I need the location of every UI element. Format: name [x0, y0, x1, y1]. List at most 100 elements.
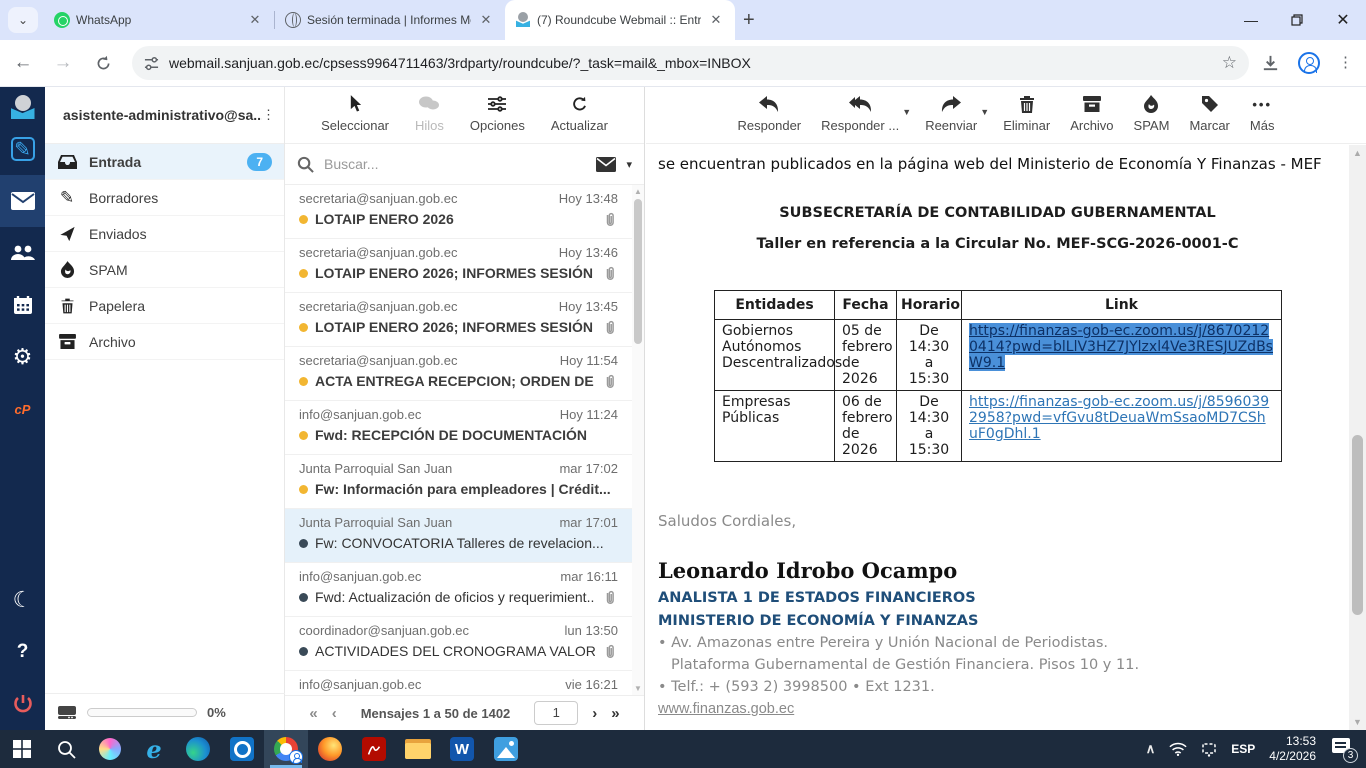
url-text[interactable]: webmail.sanjuan.gob.ec/cpsess9964711463/…	[169, 55, 1222, 71]
download-icon[interactable]	[1261, 54, 1280, 73]
start-button[interactable]	[0, 730, 44, 768]
folder-enviados[interactable]: Enviados	[45, 216, 284, 252]
new-tab-button[interactable]: +	[743, 9, 755, 32]
message-row[interactable]: secretaria@sanjuan.gob.ecHoy 11:54 ACTA …	[285, 347, 644, 401]
message-row[interactable]: secretaria@sanjuan.gob.ecHoy 13:48 LOTAI…	[285, 185, 644, 239]
tab-roundcube-active[interactable]: (7) Roundcube Webmail :: Entra ✕	[505, 0, 735, 40]
contacts-nav-button[interactable]	[0, 227, 45, 279]
tab-close-icon[interactable]: ✕	[707, 11, 725, 29]
reply-all-caret-icon[interactable]: ▼	[902, 107, 911, 117]
edge-button[interactable]	[176, 730, 220, 768]
options-button[interactable]: Opciones	[470, 93, 525, 133]
refresh-button[interactable]: Actualizar	[551, 93, 608, 133]
photos-button[interactable]	[484, 730, 528, 768]
list-scrollbar[interactable]: ▲ ▼	[632, 185, 644, 695]
signature-website[interactable]: www.finanzas.gob.ec	[658, 701, 1337, 717]
hidden-icons-chevron[interactable]: ∧	[1146, 741, 1156, 757]
prev-page-button[interactable]: ‹	[332, 705, 337, 722]
acrobat-button[interactable]	[352, 730, 396, 768]
forward-button[interactable]: →	[46, 46, 80, 80]
file-explorer-button[interactable]	[396, 730, 440, 768]
message-row[interactable]: secretaria@sanjuan.gob.ecHoy 13:46 LOTAI…	[285, 239, 644, 293]
language-indicator[interactable]: ESP	[1231, 742, 1255, 756]
scroll-up-icon[interactable]: ▲	[1349, 148, 1366, 158]
first-page-button[interactable]: «	[309, 705, 317, 722]
tab-whatsapp[interactable]: WhatsApp ✕	[44, 0, 274, 40]
more-button[interactable]: ••• Más	[1250, 93, 1275, 133]
notification-center-button[interactable]: 3	[1330, 737, 1356, 761]
firefox-button[interactable]	[308, 730, 352, 768]
reply-button[interactable]: Responder	[738, 93, 802, 133]
scroll-down-icon[interactable]: ▼	[632, 684, 644, 693]
mark-button[interactable]: Marcar	[1189, 93, 1229, 133]
folder-entrada[interactable]: Entrada 7	[45, 144, 284, 180]
scope-envelope-icon[interactable]	[596, 157, 616, 172]
account-header[interactable]: asistente-administrativo@sa... ⋮	[45, 87, 284, 144]
message-row-selected[interactable]: Junta Parroquial San Juanmar 17:01 Fw: C…	[285, 509, 644, 563]
url-bar[interactable]: webmail.sanjuan.gob.ec/cpsess9964711463/…	[132, 46, 1249, 80]
message-row[interactable]: info@sanjuan.gob.ecHoy 11:24 Fwd: RECEPC…	[285, 401, 644, 455]
browser-menu-icon[interactable]: ⋮	[1338, 61, 1352, 65]
folder-borradores[interactable]: ✎ Borradores	[45, 180, 284, 216]
cpanel-button[interactable]: cP	[0, 383, 45, 435]
forward-button[interactable]: Reenviar ▼	[925, 93, 977, 133]
tab-search-button[interactable]: ⌄	[8, 7, 38, 33]
folder-archivo[interactable]: Archivo	[45, 324, 284, 360]
next-page-button[interactable]: ›	[592, 705, 597, 722]
zoom-link-selected[interactable]: https://finanzas-gob-ec.zoom.us/j/867021…	[969, 323, 1273, 371]
reply-all-button[interactable]: Responder ... ▼	[821, 93, 899, 133]
message-row[interactable]: secretaria@sanjuan.gob.ecHoy 13:45 LOTAI…	[285, 293, 644, 347]
message-scrollbar[interactable]: ▲ ▼	[1349, 145, 1366, 730]
back-button[interactable]: ←	[6, 46, 40, 80]
word-button[interactable]: W	[440, 730, 484, 768]
taskbar-clock[interactable]: 13:53 4/2/2026	[1269, 734, 1316, 764]
scroll-thumb[interactable]	[634, 199, 642, 344]
internet-explorer-button[interactable]: e	[132, 730, 176, 768]
folder-papelera[interactable]: Papelera	[45, 288, 284, 324]
scroll-thumb[interactable]	[1352, 435, 1363, 615]
profile-icon[interactable]	[1298, 52, 1320, 74]
zoom-link[interactable]: https://finanzas-gob-ec.zoom.us/j/859603…	[969, 394, 1269, 442]
mail-nav-button[interactable]	[0, 175, 45, 227]
outlook-button[interactable]	[220, 730, 264, 768]
minimize-button[interactable]: —	[1228, 0, 1274, 40]
help-button[interactable]: ?	[0, 626, 45, 678]
scroll-down-icon[interactable]: ▼	[1349, 717, 1366, 727]
dark-mode-button[interactable]: ☾	[0, 574, 45, 626]
copilot-button[interactable]	[88, 730, 132, 768]
tab-sesion-terminada[interactable]: Sesión terminada | Informes Me ✕	[275, 0, 505, 40]
spam-button[interactable]: SPAM	[1134, 93, 1170, 133]
tab-close-icon[interactable]: ✕	[477, 11, 495, 29]
message-row[interactable]: info@sanjuan.gob.ecmar 16:11 Fwd: Actual…	[285, 563, 644, 617]
logout-button[interactable]	[0, 678, 45, 730]
page-input[interactable]: 1	[534, 701, 578, 725]
account-menu-icon[interactable]: ⋮	[262, 113, 274, 117]
close-button[interactable]: ✕	[1320, 0, 1366, 40]
forward-caret-icon[interactable]: ▼	[980, 107, 989, 117]
last-page-button[interactable]: »	[611, 705, 619, 722]
calendar-nav-button[interactable]	[0, 279, 45, 331]
message-row[interactable]: info@sanjuan.gob.ecvie 16:21	[285, 671, 644, 695]
threads-button[interactable]: Hilos	[415, 93, 444, 133]
site-settings-icon[interactable]	[144, 56, 159, 71]
message-row[interactable]: Junta Parroquial San Juanmar 17:02 Fw: I…	[285, 455, 644, 509]
cast-icon[interactable]	[1201, 742, 1217, 757]
restore-button[interactable]	[1274, 0, 1320, 40]
message-row[interactable]: coordinador@sanjuan.gob.eclun 13:50 ACTI…	[285, 617, 644, 671]
select-button[interactable]: Seleccionar	[321, 93, 389, 133]
search-input[interactable]	[324, 156, 586, 172]
scroll-up-icon[interactable]: ▲	[632, 187, 644, 196]
bookmark-star-icon[interactable]: ☆	[1222, 53, 1237, 73]
chrome-button-active[interactable]	[264, 730, 308, 768]
taskbar-search-button[interactable]	[44, 730, 88, 768]
settings-nav-button[interactable]: ⚙	[0, 331, 45, 383]
tab-close-icon[interactable]: ✕	[246, 11, 264, 29]
folder-spam[interactable]: SPAM	[45, 252, 284, 288]
wifi-icon[interactable]	[1169, 742, 1187, 756]
delete-button[interactable]: Eliminar	[1003, 93, 1050, 133]
compose-button[interactable]: ✎	[0, 123, 45, 175]
reload-button[interactable]	[86, 46, 120, 80]
archive-button[interactable]: Archivo	[1070, 93, 1113, 133]
attachment-icon	[602, 265, 618, 281]
search-options-chevron-icon[interactable]: ▾	[626, 158, 632, 171]
